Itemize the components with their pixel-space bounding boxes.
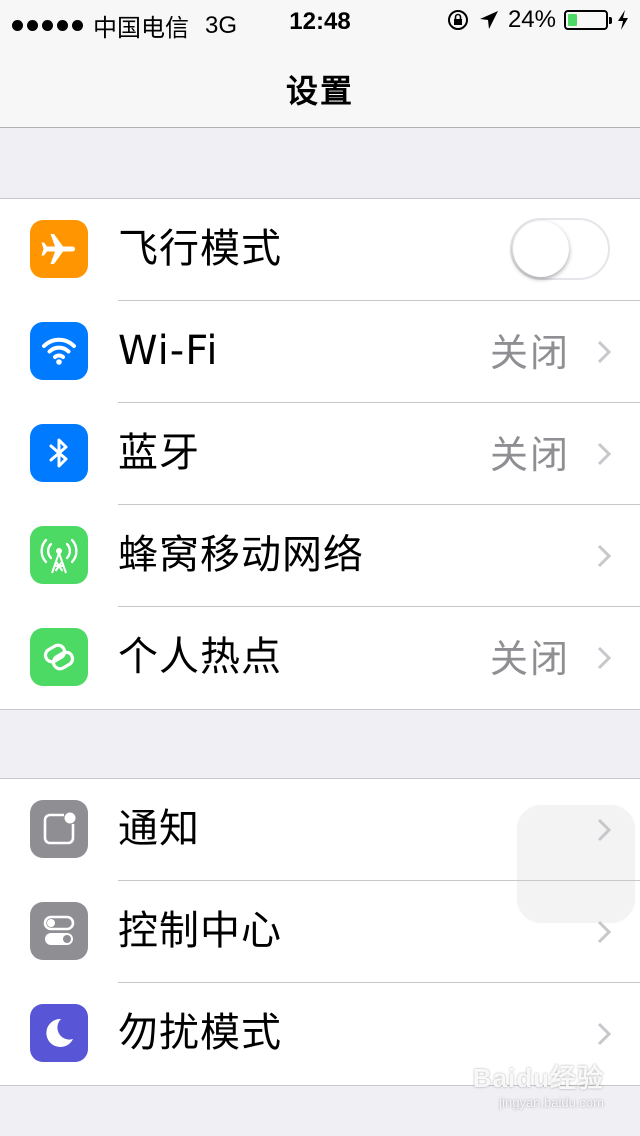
do-not-disturb-label: 勿扰模式 <box>118 1010 282 1056</box>
moon-icon <box>30 1004 88 1062</box>
airplane-mode-label: 飞行模式 <box>118 226 282 272</box>
status-right: 24% <box>446 6 630 34</box>
battery-icon <box>564 10 612 30</box>
airplane-mode-toggle[interactable] <box>510 218 610 280</box>
settings-row-cellular[interactable]: 蜂窝移动网络 <box>0 505 640 607</box>
cellular-label: 蜂窝移动网络 <box>118 532 364 578</box>
navigation-bar: 设置 <box>0 40 640 128</box>
wifi-label: Wi-Fi <box>118 328 219 374</box>
personal-hotspot-label: 个人热点 <box>118 634 282 680</box>
chevron-right-icon <box>597 1022 612 1046</box>
watermark: Baidu经验 jingyan.baidu.com <box>473 1058 604 1110</box>
settings-row-airplane-mode[interactable]: 飞行模式 <box>0 199 640 301</box>
settings-row-bluetooth[interactable]: 蓝牙 关闭 <box>0 403 640 505</box>
notifications-label: 通知 <box>118 806 200 852</box>
control-center-label: 控制中心 <box>118 908 282 954</box>
charging-bolt-icon <box>618 10 628 30</box>
airplane-icon <box>30 220 88 278</box>
chevron-right-icon <box>597 646 612 670</box>
bluetooth-label: 蓝牙 <box>118 430 200 476</box>
hotspot-link-icon <box>30 628 88 686</box>
control-center-icon <box>30 902 88 960</box>
settings-screen: 中国电信 3G 12:48 24% 设置 飞行模式 Wi-Fi 关闭 蓝牙 关闭… <box>0 0 640 1136</box>
chevron-right-icon <box>597 340 612 364</box>
personal-hotspot-value: 关闭 <box>489 637 570 681</box>
cellular-antenna-icon <box>30 526 88 584</box>
page-title: 设置 <box>285 72 354 110</box>
chevron-right-icon <box>597 544 612 568</box>
notifications-icon <box>30 800 88 858</box>
location-arrow-icon <box>479 11 498 29</box>
assistive-touch-button[interactable] <box>517 805 635 923</box>
wifi-value: 关闭 <box>489 331 570 375</box>
bluetooth-value: 关闭 <box>489 433 570 477</box>
status-bar: 中国电信 3G 12:48 24% <box>0 0 640 42</box>
watermark-sub: jingyan.baidu.com <box>499 1095 604 1110</box>
settings-row-wifi[interactable]: Wi-Fi 关闭 <box>0 301 640 403</box>
settings-row-personal-hotspot[interactable]: 个人热点 关闭 <box>0 607 640 709</box>
battery-level <box>568 14 577 26</box>
settings-group-connectivity: 飞行模式 Wi-Fi 关闭 蓝牙 关闭 蜂窝移动网络 个人热点 关闭 <box>0 198 640 710</box>
bluetooth-icon <box>30 424 88 482</box>
battery-percent: 24% <box>507 6 556 33</box>
watermark-main: Baidu经验 <box>472 1063 604 1093</box>
chevron-right-icon <box>597 442 612 466</box>
toggle-knob <box>513 221 569 277</box>
orientation-lock-icon <box>447 10 468 30</box>
wifi-icon <box>30 322 88 380</box>
